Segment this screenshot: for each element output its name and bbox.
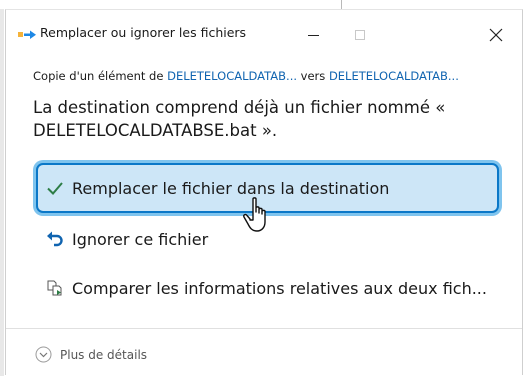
maximize-icon bbox=[355, 30, 365, 40]
title-bar[interactable]: Remplacer ou ignorer les fichiers bbox=[6, 10, 522, 54]
more-details-button[interactable]: Plus de détails bbox=[35, 346, 147, 363]
undo-arrow-icon bbox=[47, 231, 63, 247]
copy-files-icon bbox=[18, 30, 36, 39]
copy-info-prefix: Copie d'un élément de bbox=[33, 69, 168, 83]
compare-files-option[interactable]: Comparer les informations relatives aux … bbox=[36, 263, 506, 313]
window-title: Remplacer ou ignorer les fichiers bbox=[40, 25, 247, 40]
replace-file-label: Remplacer le fichier dans la destination bbox=[72, 178, 390, 198]
copy-info-middle: vers bbox=[297, 69, 329, 83]
maximize-button[interactable] bbox=[338, 19, 382, 51]
footer-divider bbox=[6, 328, 522, 329]
copy-info: Copie d'un élément de DELETELOCALDATAB..… bbox=[33, 69, 459, 83]
more-details-label: Plus de détails bbox=[60, 347, 148, 362]
background-strip bbox=[0, 0, 524, 9]
conflict-message: La destination comprend déjà un fichier … bbox=[33, 98, 446, 140]
replace-or-skip-dialog: Remplacer ou ignorer les fichiers Copie … bbox=[5, 9, 523, 375]
chevron-down-circle-icon bbox=[35, 346, 52, 363]
destination-folder-link[interactable]: DELETELOCALDATAB... bbox=[329, 69, 459, 83]
source-folder-link[interactable]: DELETELOCALDATAB... bbox=[167, 69, 297, 83]
minimize-button[interactable] bbox=[291, 19, 335, 51]
close-icon bbox=[489, 28, 503, 42]
compare-files-icon bbox=[47, 280, 62, 296]
compare-files-label: Comparer les informations relatives aux … bbox=[72, 278, 487, 298]
minimize-icon bbox=[307, 34, 319, 36]
background-edge bbox=[0, 0, 4, 376]
skip-file-label: Ignorer ce fichier bbox=[72, 229, 209, 249]
checkmark-icon bbox=[47, 182, 63, 195]
close-button[interactable] bbox=[474, 19, 518, 51]
hand-pointer-icon bbox=[243, 197, 266, 232]
